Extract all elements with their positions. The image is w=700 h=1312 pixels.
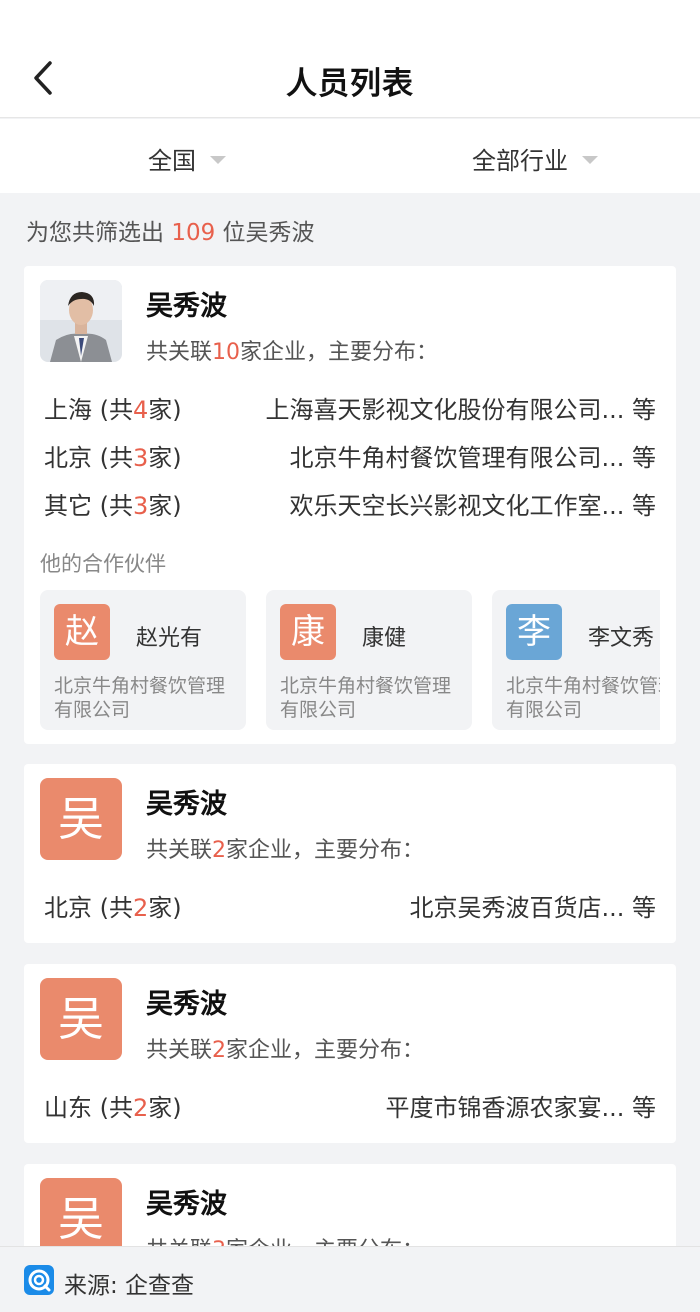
- partner-name: 赵光有: [136, 626, 203, 651]
- portrait-photo: [40, 280, 122, 362]
- region-label: 北京 (共2家): [44, 894, 182, 922]
- person-card[interactable]: 吴 吴秀波 共关联2家企业，主要分布： 山东 (共2家) 平度市锦香源农家宴..…: [24, 964, 676, 1143]
- partner-card[interactable]: 赵 赵光有 北京牛角村餐饮管理有限公司: [40, 590, 246, 730]
- summary-suffix: 位吴秀波: [215, 220, 315, 246]
- partners-heading: 他的合作伙伴: [40, 552, 166, 576]
- filter-bar: 全国 全部行业: [0, 119, 700, 193]
- result-summary: 为您共筛选出 109 位吴秀波: [26, 213, 315, 247]
- company-name: 北京吴秀波百货店... 等: [409, 894, 656, 922]
- page-title: 人员列表: [286, 66, 414, 102]
- caret-down-icon: [582, 156, 598, 164]
- person-card[interactable]: 吴秀波 共关联10家企业，主要分布： 上海 (共4家) 上海喜天影视文化股份有限…: [24, 266, 676, 744]
- partner-company: 北京牛角村餐饮管理有限公司: [280, 675, 452, 721]
- region-filter-label: 全国: [148, 147, 196, 175]
- industry-filter[interactable]: 全部行业: [472, 141, 598, 176]
- region-label: 北京 (共3家): [44, 444, 182, 472]
- distribution-row[interactable]: 山东 (共2家) 平度市锦香源农家宴... 等: [44, 1088, 656, 1122]
- partner-card[interactable]: 康 康健 北京牛角村餐饮管理有限公司: [266, 590, 472, 730]
- partner-name: 李文秀: [588, 626, 655, 651]
- distribution-row[interactable]: 北京 (共3家) 北京牛角村餐饮管理有限公司... 等: [44, 438, 656, 472]
- partner-avatar: 康: [280, 604, 336, 660]
- qichacha-logo-icon: [24, 1265, 54, 1295]
- person-name: 吴秀波: [146, 291, 227, 322]
- company-name: 平度市锦香源农家宴... 等: [385, 1094, 656, 1122]
- person-name: 吴秀波: [146, 789, 227, 820]
- partner-card[interactable]: 李 李文秀 北京牛角村餐饮管理有限公司: [492, 590, 660, 730]
- partner-avatar: 赵: [54, 604, 110, 660]
- person-card[interactable]: 吴 吴秀波 共关联2家企业，主要分布： 北京 (共2家) 北京吴秀波百货店...…: [24, 764, 676, 943]
- region-filter[interactable]: 全国: [148, 141, 226, 176]
- partner-name: 康健: [362, 626, 407, 651]
- top-bar: 人员列表: [0, 0, 700, 118]
- company-name: 上海喜天影视文化股份有限公司... 等: [265, 396, 656, 424]
- industry-filter-label: 全部行业: [472, 147, 568, 175]
- partner-company: 北京牛角村餐饮管理有限公司: [506, 675, 660, 721]
- avatar: 吴: [40, 978, 122, 1060]
- result-count: 109: [171, 220, 216, 246]
- company-name: 北京牛角村餐饮管理有限公司... 等: [289, 444, 656, 472]
- association-summary: 共关联2家企业，主要分布：: [146, 1038, 425, 1063]
- region-label: 其它 (共3家): [44, 492, 182, 520]
- person-name: 吴秀波: [146, 989, 227, 1020]
- partners-carousel[interactable]: 赵 赵光有 北京牛角村餐饮管理有限公司 康 康健 北京牛角村餐饮管理有限公司 李…: [40, 590, 660, 730]
- partner-company: 北京牛角村餐饮管理有限公司: [54, 675, 226, 721]
- assoc-suffix: 家企业，主要分布：: [240, 340, 439, 365]
- association-summary: 共关联2家企业，主要分布：: [146, 838, 425, 863]
- assoc-prefix: 共关联: [146, 340, 213, 365]
- source-footer: 来源: 企查查: [0, 1246, 700, 1312]
- distribution-row[interactable]: 北京 (共2家) 北京吴秀波百货店... 等: [44, 888, 656, 922]
- distribution-row[interactable]: 其它 (共3家) 欢乐天空长兴影视文化工作室... 等: [44, 486, 656, 520]
- distribution-row[interactable]: 上海 (共4家) 上海喜天影视文化股份有限公司... 等: [44, 390, 656, 424]
- partner-avatar: 李: [506, 604, 562, 660]
- source-label: 来源: 企查查: [64, 1273, 195, 1299]
- company-name: 欢乐天空长兴影视文化工作室... 等: [289, 492, 656, 520]
- avatar: 吴: [40, 778, 122, 860]
- summary-prefix: 为您共筛选出: [26, 220, 172, 246]
- assoc-count: 10: [212, 340, 241, 365]
- caret-down-icon: [210, 156, 226, 164]
- region-label: 上海 (共4家): [44, 396, 182, 424]
- region-label: 山东 (共2家): [44, 1094, 182, 1122]
- person-name: 吴秀波: [146, 1189, 227, 1220]
- association-summary: 共关联10家企业，主要分布：: [146, 334, 438, 366]
- avatar: [40, 280, 122, 362]
